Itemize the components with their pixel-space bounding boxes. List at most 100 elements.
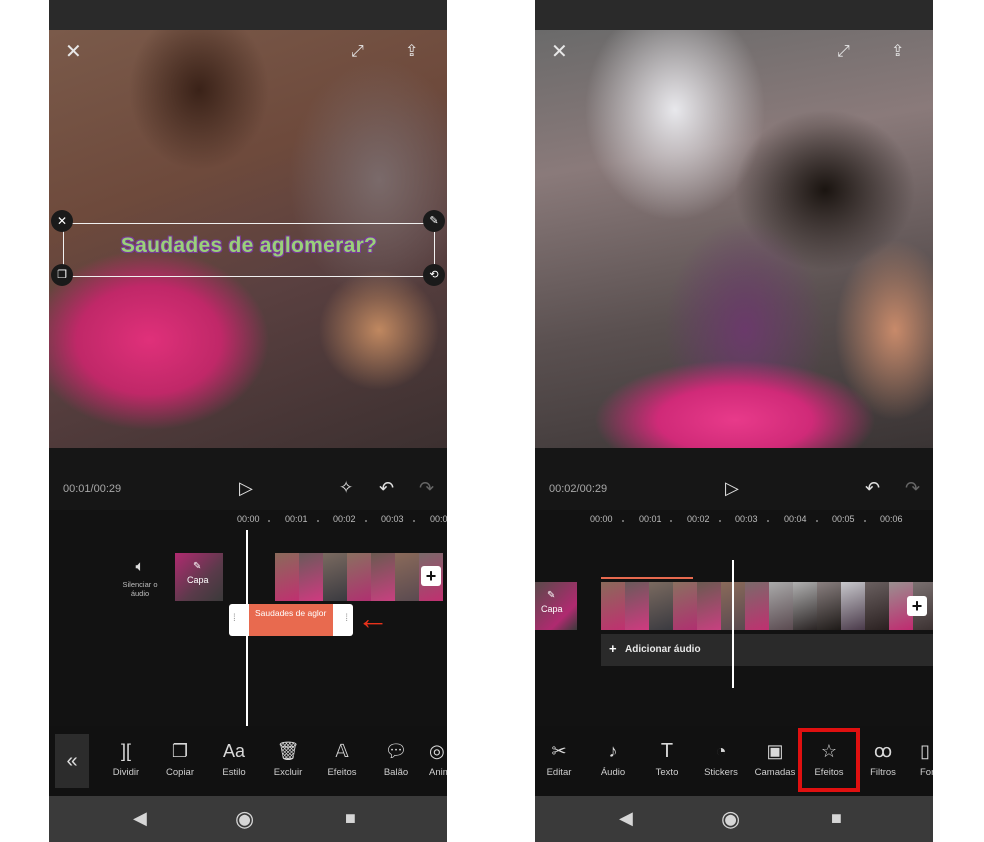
nav-recents-icon[interactable]: ■ — [345, 808, 356, 829]
play-icon[interactable]: ▷ — [725, 478, 739, 499]
cover-label: Capa — [541, 604, 563, 614]
tool-label: Efeitos — [327, 767, 357, 778]
nav-home-icon[interactable]: ◉ — [235, 806, 254, 832]
playback-controls: 00:02/00:29 ▷ ↶ ↷ — [535, 470, 933, 510]
undo-icon[interactable]: ↶ — [865, 478, 880, 499]
speaker-icon: 🔈︎ — [135, 558, 145, 575]
video-preview[interactable]: ✕ ⤢ ⇪ Saudades de aglomerar? ✕ ✎ ❐ ⟲ — [49, 30, 447, 448]
back-collapse-button[interactable]: « — [55, 734, 89, 788]
main-edit-toolbar: ✂ Editar ♪ Áudio T Texto ◔ Stickers ▣ Ca… — [535, 726, 933, 796]
video-clip-strip[interactable] — [601, 582, 933, 630]
text-style-icon: Aa — [222, 741, 246, 761]
tool-label: Stickers — [704, 767, 738, 778]
close-icon[interactable]: ✕ — [551, 42, 568, 62]
mute-audio-button[interactable]: 🔈︎ Silenciar o áudio — [115, 558, 165, 598]
tool-copy[interactable]: ❐ Copiar — [153, 726, 207, 796]
format-icon: ▯ — [920, 741, 930, 761]
delete-text-handle[interactable]: ✕ — [51, 210, 73, 232]
rotate-scale-handle[interactable]: ⟲ — [423, 264, 445, 286]
add-clip-button[interactable]: + — [421, 566, 441, 586]
play-icon[interactable]: ▷ — [239, 478, 253, 499]
cover-thumbnail[interactable]: ✎ Capa — [175, 553, 223, 601]
redo-icon[interactable]: ↷ — [905, 478, 920, 499]
tool-label: Camadas — [754, 767, 796, 778]
text-edit-toolbar: « ][ Dividir ❐ Copiar Aa Estilo 🗑︎ Exclu… — [49, 726, 447, 796]
ruler-tick-label: 00:03 — [735, 514, 758, 524]
ruler-tick-label: 00:02 — [333, 514, 356, 524]
layers-icon: ▣ — [766, 741, 784, 761]
undo-icon[interactable]: ↶ — [379, 478, 394, 499]
sticker-icon: ◔ — [715, 741, 727, 761]
video-preview[interactable]: ✕ ⤢ ⇪ — [535, 30, 933, 448]
cover-thumbnail[interactable]: ✎ Capa — [535, 582, 577, 630]
clip-frame — [769, 582, 793, 630]
fullscreen-icon[interactable]: ⤢ — [351, 42, 364, 62]
playback-controls: 00:01/00:29 ▷ ✧ ↶ ↷ — [49, 470, 447, 510]
tool-delete[interactable]: 🗑︎ Excluir — [261, 726, 315, 796]
text-overlay-box[interactable]: Saudades de aglomerar? — [63, 223, 435, 277]
tool-text[interactable]: T Texto — [640, 726, 694, 796]
tool-label: Anim — [429, 767, 447, 778]
nav-back-icon[interactable]: ◀ — [619, 808, 633, 829]
split-icon: ][ — [120, 741, 131, 761]
left-phone-screen: ✕ ⤢ ⇪ Saudades de aglomerar? ✕ ✎ ❐ ⟲ 00:… — [49, 0, 447, 842]
tool-filters[interactable]: ꝏ Filtros — [856, 726, 910, 796]
text-icon: T — [660, 740, 674, 762]
timeline[interactable]: 00:00 00:01 00:02 00:03 00:0 🔈︎ Silencia… — [49, 510, 447, 726]
text-overlay: Saudades de aglomerar? — [120, 234, 378, 257]
tool-label: Filtros — [870, 767, 896, 778]
add-audio-label: Adicionar áudio — [625, 644, 701, 655]
tool-label: Estilo — [222, 767, 246, 778]
effects-highlight-box — [798, 728, 860, 792]
tool-label: Editar — [546, 767, 572, 778]
right-trim-handle[interactable]: ⁞ — [345, 613, 348, 624]
playhead[interactable] — [246, 530, 248, 726]
tool-edit[interactable]: ✂ Editar — [535, 726, 586, 796]
effects-text-icon: 𝔸 — [335, 741, 349, 761]
tool-stickers[interactable]: ◔ Stickers — [694, 726, 748, 796]
timeline[interactable]: 00:00 00:01 00:02 00:03 00:04 00:05 00:0… — [535, 510, 933, 726]
add-clip-button[interactable]: + — [907, 596, 927, 616]
left-trim-handle[interactable]: ⁞ — [233, 613, 236, 624]
nav-recents-icon[interactable]: ■ — [831, 808, 842, 829]
status-bar — [49, 0, 447, 30]
tool-audio[interactable]: ♪ Áudio — [586, 726, 640, 796]
clip-frame — [323, 553, 347, 601]
tool-style[interactable]: Aa Estilo — [207, 726, 261, 796]
tool-effects[interactable]: 𝔸 Efeitos — [315, 726, 369, 796]
edit-text-handle[interactable]: ✎ — [423, 210, 445, 232]
clip-frame — [347, 553, 371, 601]
tool-split[interactable]: ][ Dividir — [99, 726, 153, 796]
clip-frame — [299, 553, 323, 601]
export-icon[interactable]: ⇪ — [891, 42, 904, 62]
text-clip-body: Saudades de aglor — [249, 604, 333, 636]
playhead[interactable] — [732, 560, 734, 688]
filters-icon: ꝏ — [873, 741, 893, 761]
tool-label: For — [920, 767, 933, 778]
nav-home-icon[interactable]: ◉ — [721, 806, 740, 832]
duplicate-text-handle[interactable]: ❐ — [51, 264, 73, 286]
tool-format[interactable]: ▯ For — [910, 726, 933, 796]
copy-icon: ❐ — [171, 741, 189, 761]
right-phone-screen: ✕ ⤢ ⇪ 00:02/00:29 ▷ ↶ ↷ 00:00 00:01 00:0… — [535, 0, 933, 842]
tool-layers[interactable]: ▣ Camadas — [748, 726, 802, 796]
clip-frame — [841, 582, 865, 630]
tool-animation[interactable]: ◎ Anim — [421, 726, 447, 796]
redo-icon[interactable]: ↷ — [419, 478, 434, 499]
clip-frame — [275, 553, 299, 601]
keyframe-icon[interactable]: ✧ — [339, 478, 353, 498]
ruler-tick-label: 00:00 — [237, 514, 260, 524]
nav-back-icon[interactable]: ◀ — [133, 808, 147, 829]
timecode: 00:02/00:29 — [549, 483, 608, 495]
ruler-tick-label: 00:01 — [639, 514, 662, 524]
fullscreen-icon[interactable]: ⤢ — [837, 42, 850, 62]
add-audio-button[interactable]: + Adicionar áudio — [601, 634, 933, 666]
ruler-tick-label: 00:02 — [687, 514, 710, 524]
export-icon[interactable]: ⇪ — [405, 42, 418, 62]
edit-cover-icon: ✎ — [547, 590, 556, 601]
edit-cover-icon: ✎ — [193, 561, 202, 572]
tool-balloon[interactable]: 💬︎ Balão — [369, 726, 423, 796]
close-icon[interactable]: ✕ — [65, 42, 82, 62]
clip-frame — [745, 582, 769, 630]
clip-frame — [371, 553, 395, 601]
